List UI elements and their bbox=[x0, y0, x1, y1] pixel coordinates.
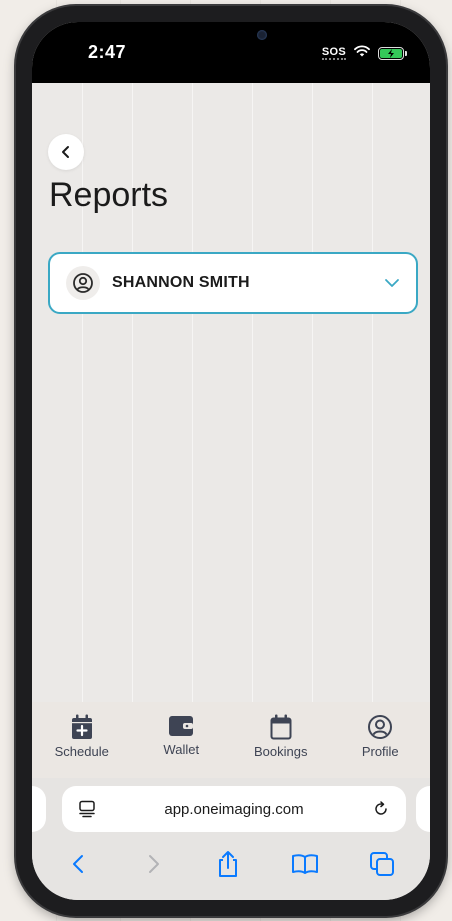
browser-forward-icon[interactable] bbox=[141, 852, 165, 876]
calendar-icon bbox=[270, 714, 292, 740]
phone-frame: 2:47 SOS Reports SHANNON SMITH Schedule … bbox=[16, 6, 446, 916]
carrier-status: SOS bbox=[321, 45, 346, 60]
page-menu-icon[interactable] bbox=[78, 800, 96, 818]
status-bar: 2:47 SOS bbox=[32, 22, 430, 83]
tab-label: Profile bbox=[361, 744, 399, 759]
phone-screen: 2:47 SOS Reports SHANNON SMITH Schedule … bbox=[32, 22, 430, 900]
browser-toolbar: app.oneimaging.com bbox=[32, 778, 430, 900]
screen-stripe bbox=[372, 82, 373, 760]
address-bar[interactable]: app.oneimaging.com bbox=[62, 786, 406, 832]
user-circle-icon bbox=[66, 266, 100, 300]
chevron-left-icon bbox=[62, 146, 69, 158]
share-icon[interactable] bbox=[215, 850, 241, 878]
bottom-tab-bar: Schedule Wallet Bookings Profile bbox=[32, 702, 430, 778]
battery-icon bbox=[378, 46, 407, 60]
chevron-down-icon bbox=[385, 279, 399, 287]
wifi-icon bbox=[354, 44, 370, 62]
screen-stripe bbox=[252, 82, 253, 760]
calendar-plus-icon bbox=[71, 714, 92, 739]
tab-label: Bookings bbox=[254, 744, 308, 759]
browser-nav-row bbox=[32, 844, 430, 884]
status-time: 2:47 bbox=[88, 42, 127, 62]
bookmarks-icon[interactable] bbox=[291, 852, 319, 876]
wallet-icon bbox=[169, 716, 194, 736]
tab-label: Schedule bbox=[54, 744, 109, 759]
back-button[interactable] bbox=[48, 134, 84, 170]
tab-bookings[interactable]: Bookings bbox=[231, 702, 331, 778]
tab-schedule[interactable]: Schedule bbox=[32, 702, 132, 778]
status-indicators: SOS bbox=[321, 44, 407, 62]
next-tab-preview[interactable] bbox=[416, 786, 430, 832]
tab-profile[interactable]: Profile bbox=[331, 702, 431, 778]
tab-label: Wallet bbox=[163, 742, 200, 757]
tabs-icon[interactable] bbox=[369, 851, 395, 877]
selected-patient-name: SHANNON SMITH bbox=[112, 274, 250, 291]
page-title: Reports bbox=[49, 176, 169, 214]
user-circle-icon bbox=[368, 715, 393, 739]
dynamic-island bbox=[177, 22, 287, 54]
url-text: app.oneimaging.com bbox=[164, 800, 304, 818]
browser-back-icon[interactable] bbox=[67, 852, 91, 876]
patient-dropdown[interactable]: SHANNON SMITH bbox=[48, 252, 418, 314]
previous-tab-preview[interactable] bbox=[32, 786, 46, 832]
screen-stripe bbox=[192, 82, 193, 760]
tab-wallet[interactable]: Wallet bbox=[132, 702, 232, 778]
front-camera bbox=[257, 30, 267, 40]
reload-icon[interactable] bbox=[372, 800, 390, 818]
screen-stripe bbox=[312, 82, 313, 760]
